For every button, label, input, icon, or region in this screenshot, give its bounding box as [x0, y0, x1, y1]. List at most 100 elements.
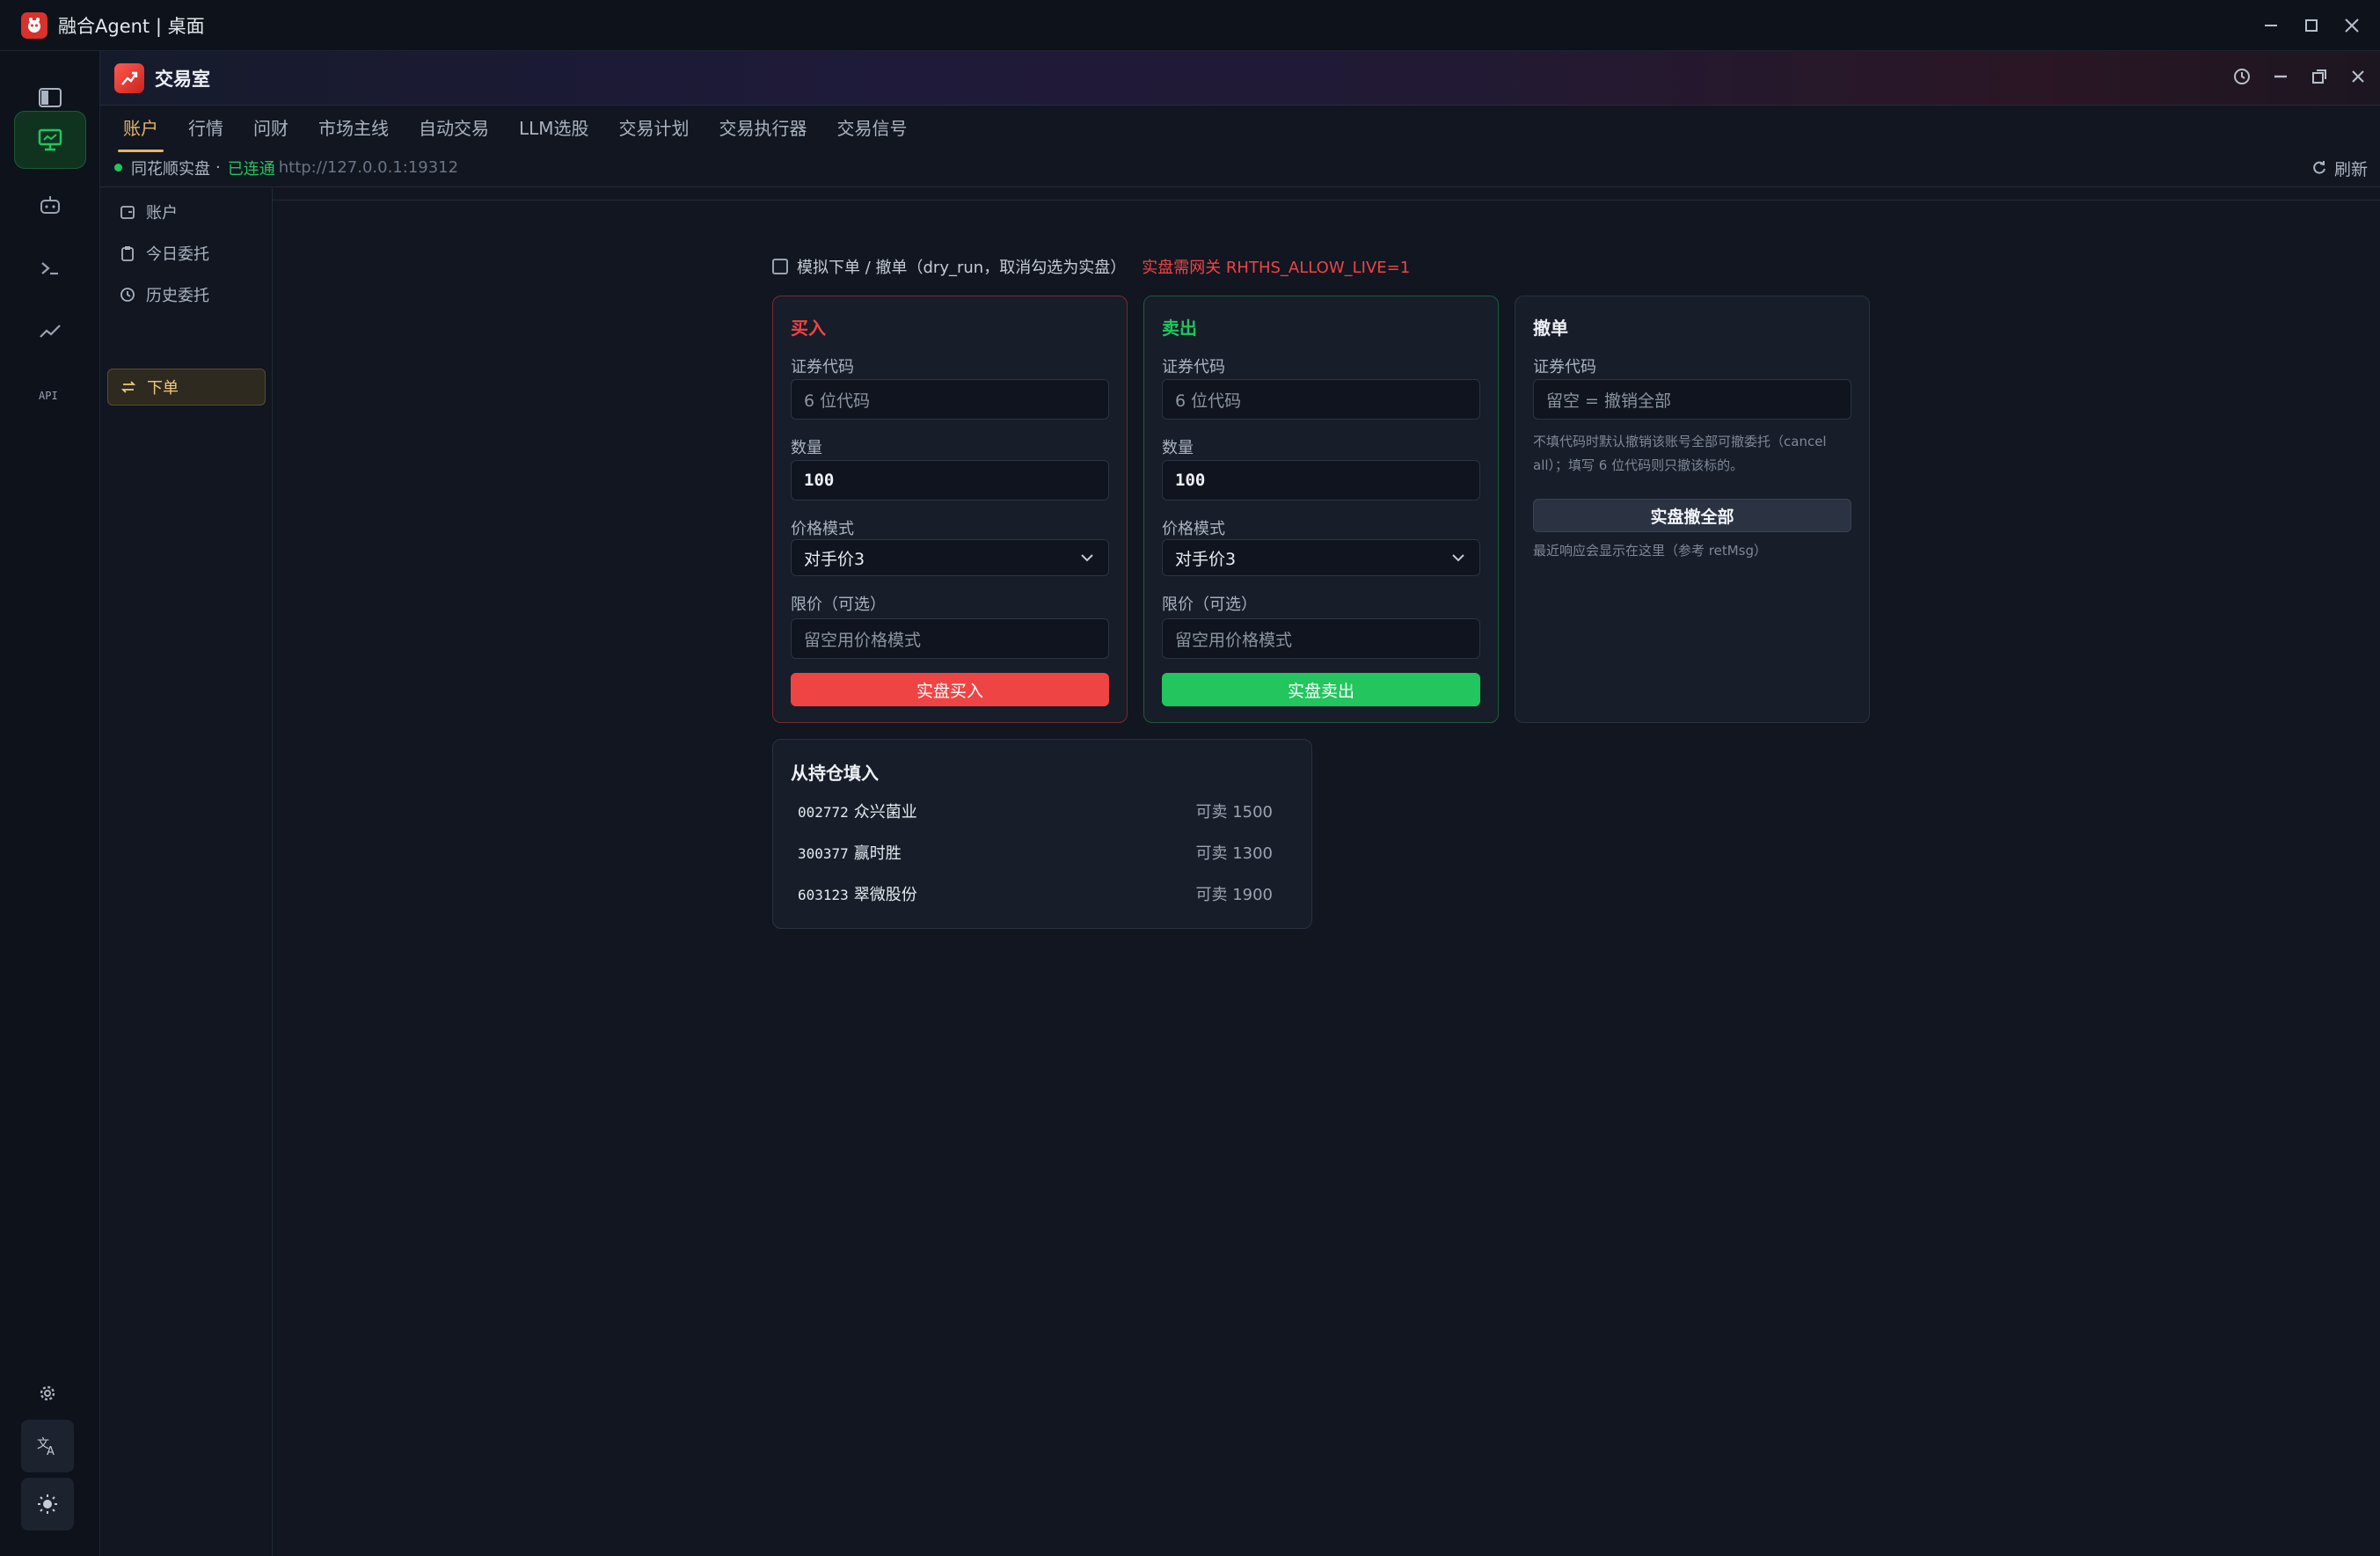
holding-row[interactable]: 300377 赢时胜 可卖 1300: [798, 841, 1273, 864]
chevron-down-icon: [1081, 554, 1093, 562]
holding-code: 300377: [798, 845, 849, 862]
tab-llm-picks[interactable]: LLM选股: [519, 106, 589, 148]
live-gateway-warning: 实盘需网关 RHTHS_ALLOW_LIVE=1: [1142, 259, 1411, 277]
dry-run-checkbox[interactable]: [772, 259, 788, 274]
svg-text:A: A: [47, 1445, 55, 1457]
sell-qty-input[interactable]: 100: [1162, 460, 1480, 500]
history-restore-icon[interactable]: [2232, 67, 2252, 90]
holding-name: 众兴菌业: [853, 803, 917, 822]
cancel-code-label: 证券代码: [1533, 358, 1596, 376]
holding-available: 可卖 1300: [1195, 844, 1273, 863]
holdings-card: 从持仓填入 002772 众兴菌业 可卖 1500 300377 赢时胜 可卖 13…: [772, 739, 1312, 929]
tab-trade-executor[interactable]: 交易执行器: [719, 106, 807, 148]
status-separator: ·: [215, 158, 221, 177]
holdings-title: 从持仓填入: [791, 763, 879, 784]
holding-name: 翠微股份: [853, 886, 917, 904]
subnav-history-orders[interactable]: 历史委托: [107, 276, 266, 313]
window-title: 融合Agent | 桌面: [58, 15, 205, 37]
subnav-place-order[interactable]: 下单: [107, 369, 266, 405]
gateway-url: http://127.0.0.1:19312: [278, 158, 459, 177]
wallet-icon: [120, 206, 135, 219]
svg-text:API: API: [39, 390, 58, 402]
terminal-icon[interactable]: [14, 239, 86, 297]
connection-dot-icon: [114, 164, 122, 172]
holding-code: 603123: [798, 887, 849, 903]
trading-room-panel: 交易室 账户 行情 问财 市场主线 自动交易 LLM选股 交易计划 交易执行器 …: [100, 51, 2380, 1556]
holding-code: 002772: [798, 804, 849, 821]
trading-room-logo-icon: [114, 62, 144, 93]
dry-run-label[interactable]: 模拟下单 / 撤单（dry_run，取消勾选为实盘）: [797, 255, 1126, 278]
robot-icon[interactable]: [14, 176, 86, 234]
theme-sun-icon[interactable]: [21, 1478, 74, 1530]
close-icon[interactable]: [2341, 15, 2362, 36]
tab-list: 账户 行情 问财 市场主线 自动交易 LLM选股 交易计划 交易执行器 交易信号: [118, 106, 908, 152]
sell-qty-label: 数量: [1162, 439, 1194, 457]
minimize-icon[interactable]: [2260, 15, 2281, 36]
settings-gear-icon[interactable]: [21, 1367, 74, 1420]
translate-icon[interactable]: 文A: [21, 1420, 74, 1472]
subnav-today-orders[interactable]: 今日委托: [107, 235, 266, 272]
refresh-label: 刷新: [2333, 159, 2368, 179]
sell-title: 卖出: [1162, 318, 1197, 339]
sell-card: 卖出 证券代码 6 位代码 数量 100 价格模式 对手价3 限价（可选） 留空…: [1143, 296, 1499, 723]
buy-qty-input[interactable]: 100: [791, 460, 1109, 500]
live-cancel-all-button[interactable]: 实盘撤全部: [1533, 499, 1851, 532]
sell-code-label: 证券代码: [1162, 358, 1225, 376]
buy-limit-input[interactable]: 留空用价格模式: [791, 618, 1109, 659]
sell-limit-label: 限价（可选）: [1162, 595, 1257, 614]
panel-minimize-icon[interactable]: [2271, 67, 2290, 90]
sell-price-mode-value: 对手价3: [1175, 549, 1237, 569]
api-icon[interactable]: API: [14, 366, 86, 424]
maximize-icon[interactable]: [2301, 15, 2322, 36]
subnav-label: 账户: [146, 204, 178, 223]
tab-trade-plan[interactable]: 交易计划: [619, 106, 690, 148]
buy-code-label: 证券代码: [791, 358, 854, 376]
tab-auto-trade[interactable]: 自动交易: [419, 106, 489, 148]
panel-close-icon[interactable]: [2348, 67, 2368, 90]
order-content: 模拟下单 / 撤单（dry_run，取消勾选为实盘） 实盘需网关 RHTHS_A…: [273, 188, 2380, 1556]
live-sell-button[interactable]: 实盘卖出: [1162, 673, 1480, 706]
panel-header: 交易室: [100, 51, 2380, 106]
sub-sidebar: 账户 今日委托 历史委托 下单: [100, 188, 273, 1556]
buy-price-mode-select[interactable]: 对手价3: [791, 539, 1109, 576]
subnav-label: 下单: [147, 379, 179, 398]
sell-price-mode-select[interactable]: 对手价3: [1162, 539, 1480, 576]
refresh-button[interactable]: 刷新: [2311, 149, 2368, 187]
tab-market-theme[interactable]: 市场主线: [318, 106, 389, 148]
tab-account[interactable]: 账户: [118, 106, 164, 152]
app-logo-icon: [21, 11, 47, 39]
cancel-code-input[interactable]: 留空 = 撤销全部: [1533, 379, 1851, 420]
live-buy-button[interactable]: 实盘买入: [791, 673, 1109, 706]
panel-restore-icon[interactable]: [2310, 67, 2329, 90]
chevron-down-icon: [1452, 554, 1464, 562]
tab-wencai[interactable]: 问财: [253, 106, 288, 148]
tab-trade-signal[interactable]: 交易信号: [837, 106, 908, 148]
panel-title: 交易室: [155, 68, 210, 90]
sell-price-mode-label: 价格模式: [1162, 520, 1225, 538]
dry-run-row: 模拟下单 / 撤单（dry_run，取消勾选为实盘） 实盘需网关 RHTHS_A…: [772, 255, 1410, 278]
buy-title: 买入: [791, 318, 826, 339]
holding-available: 可卖 1500: [1195, 803, 1273, 822]
connected-status: 已连通: [227, 159, 275, 179]
tab-quotes[interactable]: 行情: [188, 106, 223, 148]
holding-name: 赢时胜: [853, 844, 902, 863]
buy-code-input[interactable]: 6 位代码: [791, 379, 1109, 420]
subnav-label: 今日委托: [146, 245, 209, 264]
cancel-hint: 不填代码时默认撤销该账号全部可撤委托（cancel all）；填写 6 位代码则…: [1533, 434, 1827, 473]
holding-row[interactable]: 603123 翠微股份 可卖 1900: [798, 882, 1273, 905]
holding-available: 可卖 1900: [1195, 886, 1273, 904]
left-rail: API 文A: [0, 51, 100, 1556]
connection-status-bar: 同花顺实盘 · 已连通 http://127.0.0.1:19312 刷新: [100, 149, 2380, 187]
subnav-account[interactable]: 账户: [107, 194, 266, 230]
desktop-icon[interactable]: [14, 111, 86, 169]
buy-limit-label: 限价（可选）: [791, 595, 886, 614]
holding-row[interactable]: 002772 众兴菌业 可卖 1500: [798, 800, 1273, 822]
swap-icon: [120, 381, 136, 393]
cancel-title: 撤单: [1533, 318, 1568, 339]
account-name: 同花顺实盘: [131, 159, 210, 179]
sell-limit-input[interactable]: 留空用价格模式: [1162, 618, 1480, 659]
subnav-label: 历史委托: [146, 287, 209, 305]
buy-card: 买入 证券代码 6 位代码 数量 100 价格模式 对手价3 限价（可选） 留空…: [772, 296, 1128, 723]
trend-icon[interactable]: [14, 303, 86, 361]
sell-code-input[interactable]: 6 位代码: [1162, 379, 1480, 420]
